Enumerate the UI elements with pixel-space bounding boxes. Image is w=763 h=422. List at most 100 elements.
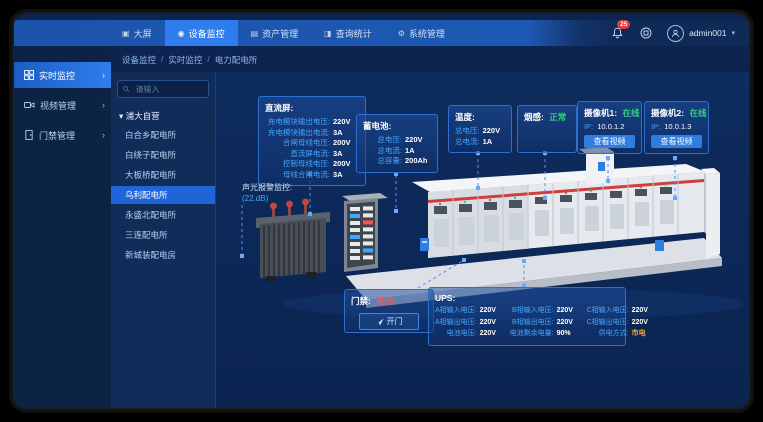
- station-tree-panel: ▾ 浦大自营 白合乡配电所 白绕子配电所 大板桥配电所 乌利配电所 永盛北配电所…: [111, 72, 216, 408]
- search-input[interactable]: [134, 84, 203, 95]
- chevron-right-icon: ›: [102, 130, 105, 140]
- breadcrumb-separator: /: [161, 54, 163, 66]
- left-sidebar: 实时监控 › 视频管理 › 门禁管理 ›: [14, 46, 111, 408]
- field-value: 3A: [333, 170, 359, 181]
- screen-icon: ▣: [122, 29, 130, 38]
- video-manage-icon: [24, 100, 35, 110]
- user-menu[interactable]: admin001 ▾: [667, 25, 735, 42]
- search-icon: [123, 85, 130, 93]
- field-value: 220V: [632, 306, 654, 317]
- panel-title: 直流屏:: [265, 102, 359, 114]
- sound-light-alarm-label: 声光报警监控: (22.dB): [242, 182, 292, 204]
- camera1-panel: 摄像机1: 在线 IP: 10.0.1.2 查看视频: [577, 101, 642, 154]
- monitor-icon: ◉: [178, 29, 185, 38]
- field-label: 合闸母线电压:: [265, 138, 330, 149]
- field-label: 电池电压:: [435, 329, 477, 340]
- smoke-sensor-panel: 烟感: 正常: [517, 105, 577, 153]
- door-access-panel: 门禁: 关闭 开门: [344, 289, 434, 333]
- field-label: C相输入电压:: [587, 306, 629, 317]
- breadcrumb-item[interactable]: 实时监控: [168, 54, 202, 66]
- stats-icon: ◨: [324, 29, 332, 38]
- field-label: 总电流:: [455, 137, 480, 148]
- field-value: 220V: [480, 318, 502, 329]
- breadcrumb-item[interactable]: 设备监控: [122, 54, 156, 66]
- nav-tab-label: 设备监控: [189, 27, 225, 40]
- dc-screen-panel: 直流屏: 充电模块输出电压:220V 充电模块输出电流:3A 合闸母线电压:20…: [258, 96, 366, 186]
- temperature-panel: 温度: 总电压:220V 总电流:1A: [448, 105, 512, 153]
- chevron-down-icon: ▾: [731, 29, 735, 37]
- nav-tab-system[interactable]: ⚙ 系统管理: [385, 20, 458, 46]
- nav-tab-label: 大屏: [134, 27, 152, 40]
- notification-bell-button[interactable]: 25: [609, 25, 625, 41]
- field-label: A相输出电压:: [435, 318, 477, 329]
- screenshot-stage: ▣ 大屏 ◉ 设备监控 ▤ 资产管理 ◨ 查询统计 ⚙ 系统管理: [0, 0, 763, 422]
- avatar: [667, 25, 684, 42]
- field-label: B相输入电压:: [510, 306, 554, 317]
- field-label: 总电流:: [363, 146, 402, 157]
- field-label: 控制母线电压:: [265, 159, 330, 170]
- username: admin001: [689, 28, 726, 38]
- field-value: 220V: [483, 126, 509, 137]
- tree-item-station-7[interactable]: 新城装配电房: [111, 246, 215, 264]
- field-label: C相输出电压:: [587, 318, 629, 329]
- breadcrumb-item[interactable]: 电力配电所: [215, 54, 258, 66]
- door-status: 关闭: [376, 296, 393, 306]
- caret-down-icon: ▾: [119, 111, 126, 121]
- field-value: 220V: [480, 329, 502, 340]
- camera1-view-video-button[interactable]: 查看视频: [584, 135, 635, 148]
- panel-title: UPS:: [435, 293, 619, 303]
- nav-tab-label: 查询统计: [336, 27, 372, 40]
- field-value: 市电: [632, 329, 654, 340]
- sidebar-item-label: 视频管理: [40, 99, 76, 112]
- tree-group-node[interactable]: ▾ 浦大自营: [119, 110, 209, 122]
- breadcrumb-separator: /: [207, 54, 209, 66]
- app-window: ▣ 大屏 ◉ 设备监控 ▤ 资产管理 ◨ 查询统计 ⚙ 系统管理: [14, 14, 749, 408]
- tree-group-label: 浦大自营: [126, 111, 160, 121]
- tree-search: [117, 80, 209, 98]
- nav-tab-device-monitor[interactable]: ◉ 设备监控: [165, 20, 238, 46]
- chevron-right-icon: ›: [102, 70, 105, 80]
- field-label: 直流屏电流:: [265, 149, 330, 160]
- field-label: 总容量:: [363, 156, 402, 167]
- nav-tab-dashboard[interactable]: ▣ 大屏: [109, 20, 165, 46]
- field-label: 充电模块输出电流:: [265, 128, 330, 139]
- tree-item-station-5[interactable]: 永盛北配电所: [111, 206, 215, 224]
- field-label: 充电模块输出电压:: [265, 117, 330, 128]
- field-value: 200Ah: [405, 156, 431, 167]
- nav-tab-assets[interactable]: ▤ 资产管理: [238, 20, 312, 46]
- field-label: B相输出电压:: [510, 318, 554, 329]
- tree-item-station-6[interactable]: 三连配电所: [111, 226, 215, 244]
- panel-title: 门禁: 关闭: [351, 295, 427, 307]
- open-door-button[interactable]: 开门: [359, 313, 419, 330]
- tree-item-station-1[interactable]: 白合乡配电所: [111, 126, 215, 144]
- sidebar-item-door-access[interactable]: 门禁管理 ›: [14, 122, 111, 148]
- send-icon: [376, 318, 384, 326]
- top-nav: ▣ 大屏 ◉ 设备监控 ▤ 资产管理 ◨ 查询统计 ⚙ 系统管理: [14, 20, 749, 46]
- field-value: 220V: [480, 306, 502, 317]
- camera2-view-video-button[interactable]: 查看视频: [651, 135, 702, 148]
- field-value: 1A: [405, 146, 431, 157]
- chevron-right-icon: ›: [102, 100, 105, 110]
- tree-item-station-2[interactable]: 白绕子配电所: [111, 146, 215, 164]
- camera2-panel: 摄像机2: 在线 IP: 10.0.1.3 查看视频: [644, 101, 709, 154]
- camera1-label: 摄像机1:: [584, 108, 617, 118]
- field-label: 供电方式:: [587, 329, 629, 340]
- nav-tab-statistics[interactable]: ◨ 查询统计: [311, 20, 385, 46]
- fullscreen-icon: [640, 27, 652, 39]
- alarm-title: 声光报警监控:: [242, 182, 292, 193]
- nav-tab-label: 系统管理: [409, 27, 445, 40]
- panel-title: 蓄电池:: [363, 120, 431, 132]
- field-label: 母线合闸电流:: [265, 170, 330, 181]
- field-value: 90%: [557, 329, 579, 340]
- sidebar-item-realtime-monitor[interactable]: 实时监控 ›: [14, 62, 111, 88]
- alarm-value: (22.dB): [242, 193, 292, 204]
- system-icon: ⚙: [398, 29, 405, 38]
- ip-label: IP:: [584, 122, 593, 131]
- field-label: 总电压:: [455, 126, 480, 137]
- tree-item-station-4-selected[interactable]: 乌利配电所: [111, 186, 215, 204]
- sidebar-item-video-manage[interactable]: 视频管理 ›: [14, 92, 111, 118]
- fullscreen-button[interactable]: [638, 25, 654, 41]
- battery-panel: 蓄电池: 总电压:220V 总电流:1A 总容量:200Ah: [356, 114, 438, 173]
- field-label: 总电压:: [363, 135, 402, 146]
- tree-item-station-3[interactable]: 大板桥配电所: [111, 166, 215, 184]
